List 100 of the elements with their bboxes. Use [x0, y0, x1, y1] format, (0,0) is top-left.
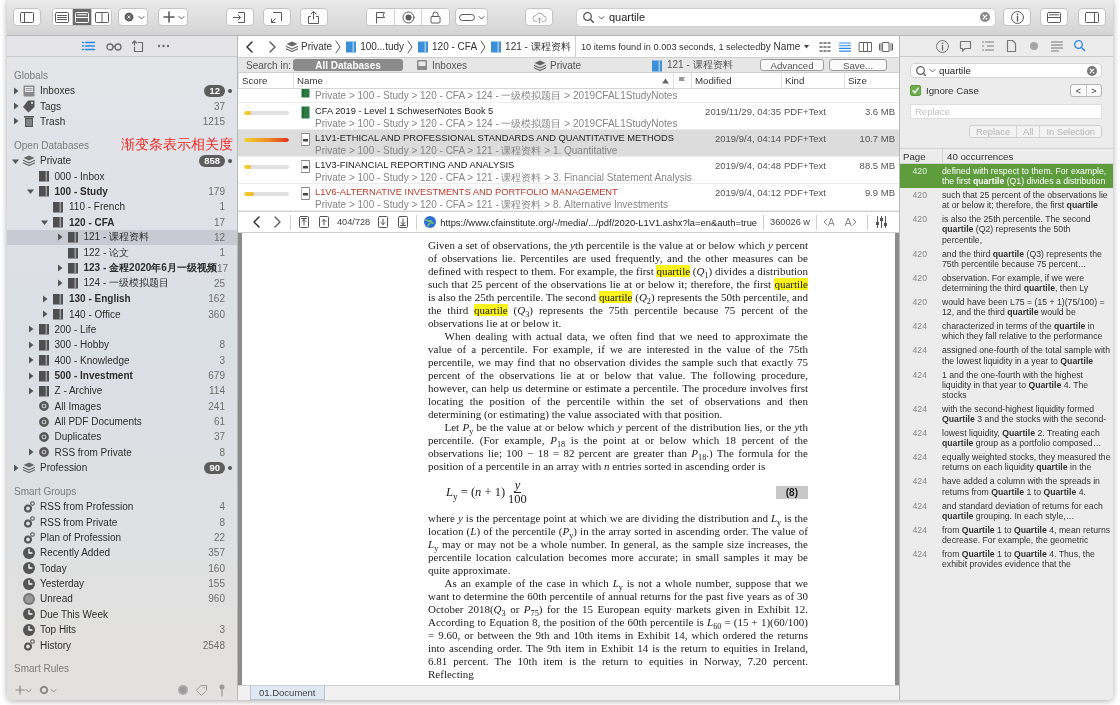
document-row[interactable]: L1V3-FINANCIAL REPORTING AND ANALYSIS Private > 100 - Study > 120 - CFA > 121 - 课程资料 > 3. Financial Statement Analysis 2019/9/4, 04:48 PDF+Text 88.5 MB [238, 157, 899, 184]
inspector-toggle-button[interactable] [1078, 8, 1106, 26]
sidebar-item[interactable]: RSS from Profession 4 [7, 499, 237, 515]
add-menu-button[interactable] [158, 8, 188, 26]
sidebar-item[interactable]: Yesterday 155 [7, 575, 237, 592]
sidebar-item[interactable]: 121 - 课程资料 12 [7, 229, 237, 246]
sidebar-item[interactable]: Z - Archive 114 [7, 383, 237, 399]
smaller-font-button[interactable]: A [822, 216, 835, 228]
info-button[interactable] [1003, 8, 1031, 26]
lock-button[interactable] [421, 9, 449, 25]
document-row[interactable]: L1V1-ETHICAL AND PROFESSIONAL STANDARDS AND QUANTITATIVE METHODS Private > 100 - Study > 120 - CFA > 121 - 课程资料 > 1. Quantitative 2019/9/4, 04:14 PDF+Text 10.7 MB [238, 130, 899, 157]
scope-button[interactable]: Private [533, 59, 645, 71]
sidebar-item[interactable]: Inboxes 12 [7, 83, 237, 99]
sidebar-item[interactable]: RSS from Private 8 [7, 514, 237, 530]
previous-page-button[interactable] [317, 215, 331, 229]
sidebar-item[interactable]: Due This Week [7, 606, 237, 622]
sidebar-item[interactable]: 300 - Hobby 8 [7, 337, 237, 353]
disclosure-triangle[interactable] [40, 293, 49, 304]
sidebar-item[interactable]: 140 - Office 360 [7, 306, 237, 322]
inspector-tab[interactable] [1073, 39, 1087, 53]
inspector-tab[interactable] [958, 39, 972, 53]
disclosure-triangle[interactable] [11, 116, 20, 127]
view-mode-button[interactable] [91, 9, 111, 25]
occurrence-row[interactable]: 420 is also the 25th percentile. The second quartile (Q2) represents the 50th percentile, [900, 212, 1113, 247]
sidebar-item[interactable]: 200 - Life [7, 321, 237, 338]
document-row[interactable]: L1V6-ALTERNATIVE INVESTMENTS AND PORTFOLIO MANAGEMENT Private > 100 - Study > 120 - CFA > 121 - 课程资料 > 8. Alternative Investments 2019/9/4, 04:12 PDF+Text 9.9 MB [238, 184, 899, 211]
clear-icon[interactable] [980, 12, 990, 22]
toolbar-button[interactable]: Advanced [760, 59, 824, 71]
view-mode-button[interactable] [858, 39, 874, 54]
scope-button[interactable]: 121 - 课程资料 [650, 59, 755, 71]
inspector-tab[interactable] [935, 39, 949, 53]
occurrence-row[interactable]: 424 with the second-highest liquidity formed Quartile 3 and the stocks with the second- [900, 401, 1113, 427]
import-button[interactable] [226, 8, 254, 26]
toolbar-button[interactable]: Save... [829, 59, 887, 71]
column-header[interactable]: Name [293, 73, 673, 88]
next-button[interactable]: > [1086, 85, 1101, 96]
sidebar-item[interactable]: All PDF Documents 61 [7, 413, 237, 430]
column-header[interactable]: Score [238, 73, 293, 88]
occurrence-row[interactable]: 420 and the third quartile (Q3) represents the 75th percentile because 75 percent… [900, 246, 1113, 271]
occurrence-row[interactable]: 420 would have been L75 = (15 + 1)(75/100) = 12, and the third quartile would be [900, 295, 1113, 320]
sidebar-toggle-button[interactable] [13, 8, 41, 26]
occurrence-row[interactable]: 424 from Quartile 1 to Quartile 4. Thus, the exhibit provides evidence that the [900, 547, 1113, 572]
sidebar-item[interactable]: Today 160 [7, 560, 237, 576]
next-page-button[interactable] [376, 215, 391, 229]
occurrence-row[interactable]: 420 observation. For example, if we were determining the third quartile, then Ly [900, 270, 1113, 296]
disclosure-triangle[interactable] [11, 85, 20, 96]
previous-button[interactable]: < [1071, 85, 1086, 96]
sidebar-item[interactable]: Plan of Profession 22 [7, 529, 237, 546]
sidebar-tab[interactable] [80, 39, 97, 53]
first-page-button[interactable] [297, 215, 311, 229]
sidebar-item[interactable]: 400 - Knowledge 3 [7, 352, 237, 368]
occurrence-row[interactable]: 424 assigned one-fourth of the total sample with the lowest liquidity in a year to Quartile [900, 343, 1113, 368]
ignore-case-checkbox[interactable] [910, 85, 921, 96]
occurrence-row[interactable]: 424 from Quartile 1 to Quartile 4, mean returns decrease. For example, the geometric [900, 522, 1113, 547]
document-tab[interactable]: 01.Document [250, 686, 325, 700]
last-page-button[interactable] [396, 215, 411, 229]
occurrence-row[interactable]: 424 equally weighted stocks, they measured the returns on each liquidity quartile in the [900, 450, 1113, 475]
sidebar-item[interactable]: RSS from Private 8 [7, 444, 237, 460]
sidebar-item[interactable]: 100 - Study 179 [7, 183, 237, 200]
document-row[interactable]: Private > 100 - Study > 120 - CFA > 124 - 一级模拟题目 > 2019CFAL1StudyNotes [238, 89, 899, 103]
occurrence-row[interactable]: 420 such that 25 percent of the observations lie at or below it; therefore, the first quartile [900, 188, 1113, 213]
sidebar-item[interactable]: Trash 1215 [7, 113, 237, 130]
breadcrumb[interactable]: 121 - 课程资料 [489, 39, 571, 54]
occurrence-row[interactable]: 424 lowest liquidity, Quartile 2. Treating each quartile group as a portfolio composed… [900, 426, 1113, 451]
occurrence-row[interactable]: 424 have added a column with the spreads in returns from Quartile 1 to Quartile 4. [900, 474, 1113, 499]
sort-menu-button[interactable]: by Name [760, 41, 811, 52]
disclosure-triangle[interactable] [40, 309, 49, 320]
sidebar-item[interactable]: Recently Added 357 [7, 545, 237, 561]
sidebar-item[interactable]: Tags 37 [7, 98, 237, 114]
occurrence-row[interactable]: 424 and standard deviation of returns for each quartile grouping. In each style,… [900, 498, 1113, 523]
sidebar-item[interactable]: Private 858 [7, 153, 237, 169]
sidebar-item[interactable]: 122 - 论文 1 [7, 245, 237, 261]
sidebar-item[interactable]: Profession 90 [7, 459, 237, 476]
larger-font-button[interactable]: A [844, 216, 857, 228]
replace-field[interactable]: Replace [910, 104, 1102, 119]
sidebar-item[interactable]: 000 - Inbox [7, 168, 237, 184]
sidebar-item[interactable]: 110 - French 1 [7, 199, 237, 215]
sidebar-item[interactable]: 120 - CFA 17 [7, 214, 237, 230]
sidebar-item[interactable]: History 2548 [7, 637, 237, 653]
column-header[interactable]: Modified [691, 73, 781, 88]
column-header[interactable]: 40 occurrences [942, 149, 1113, 163]
share-button[interactable] [300, 8, 328, 26]
action-menu-button[interactable] [118, 8, 148, 26]
view-mode-button[interactable] [878, 39, 894, 54]
inspector-tab[interactable] [1004, 39, 1018, 53]
sidebar-item[interactable]: All Images 241 [7, 398, 237, 414]
disclosure-triangle[interactable] [11, 462, 20, 473]
breadcrumb[interactable]: 120 - CFA [416, 39, 478, 54]
sidebar-item[interactable]: Top Hits 3 [7, 622, 237, 638]
occurrence-row[interactable]: 424 1 and the one-fourth with the highest liquidity in that year to Quartile 4. The stocks [900, 367, 1113, 402]
column-header[interactable]: Size [844, 73, 899, 88]
sidebar-item[interactable]: 123 - 金程2020年6月一级视频17 [7, 260, 237, 276]
breadcrumb[interactable]: 100...tudy [344, 39, 405, 54]
sidebar-item[interactable]: 124 - 一级模拟题目 25 [7, 275, 237, 292]
view-mode-button[interactable] [818, 39, 834, 54]
find-field[interactable]: quartile [910, 63, 1102, 78]
disclosure-triangle[interactable] [11, 101, 20, 111]
sidebar-item[interactable]: Unread 960 [7, 591, 237, 607]
breadcrumb[interactable]: Private [285, 39, 333, 54]
sidebar-item[interactable]: 130 - English 162 [7, 291, 237, 307]
